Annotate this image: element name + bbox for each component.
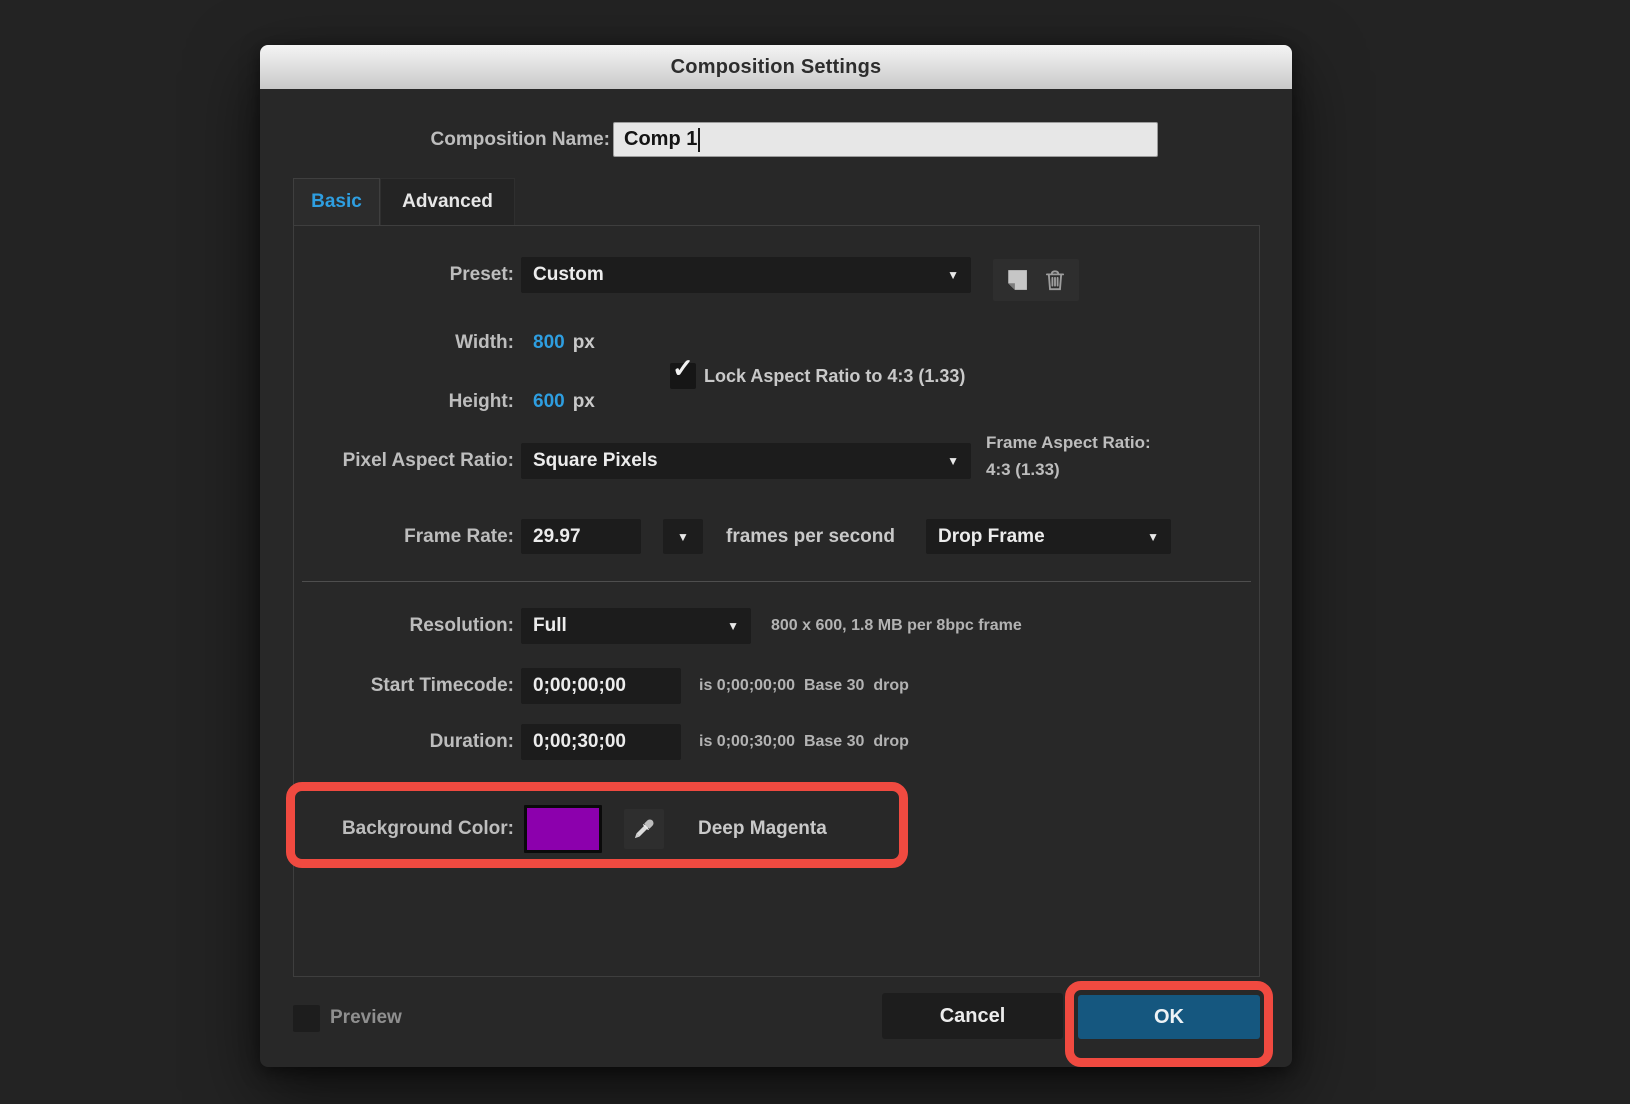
- chevron-down-icon: ▼: [727, 619, 739, 633]
- composition-name-input[interactable]: Comp 1: [613, 122, 1158, 157]
- frame-rate-unit: frames per second: [726, 525, 895, 547]
- preset-label: Preset:: [449, 264, 514, 285]
- tab-advanced[interactable]: Advanced: [380, 178, 515, 225]
- start-timecode-info: is 0;00;00;00 Base 30 drop: [699, 677, 909, 694]
- section-divider: [302, 581, 1251, 582]
- width-row: Width: 800 px: [294, 328, 1259, 358]
- width-unit: px: [572, 332, 595, 353]
- pixel-aspect-ratio-dropdown[interactable]: Square Pixels ▼: [521, 443, 971, 479]
- desktop-background: Composition Settings Composition Name: C…: [0, 0, 1630, 1104]
- resolution-info: 800 x 600, 1.8 MB per 8bpc frame: [771, 617, 1022, 634]
- resolution-label: Resolution:: [409, 615, 515, 636]
- check-icon: ✓: [672, 353, 694, 383]
- save-preset-icon[interactable]: [1002, 265, 1032, 295]
- composition-name-value: Comp 1: [624, 128, 698, 150]
- chevron-down-icon: ▼: [947, 454, 959, 468]
- start-timecode-label: Start Timecode:: [370, 675, 514, 696]
- cancel-button[interactable]: Cancel: [882, 993, 1063, 1039]
- frame-aspect-ratio-label: Frame Aspect Ratio:: [986, 433, 1151, 452]
- dialog-title: Composition Settings: [670, 55, 882, 78]
- start-timecode-input[interactable]: 0;00;00;00: [521, 668, 681, 704]
- width-label: Width:: [455, 332, 514, 353]
- duration-input[interactable]: 0;00;30;00: [521, 724, 681, 760]
- composition-name-label: Composition Name:: [430, 129, 610, 150]
- frame-aspect-ratio-value: 4:3 (1.33): [986, 460, 1060, 479]
- annotation-ok-button: [1065, 981, 1273, 1067]
- chevron-down-icon: ▼: [1147, 529, 1159, 544]
- dialog-titlebar[interactable]: Composition Settings: [260, 45, 1292, 89]
- height-label: Height:: [448, 391, 514, 412]
- width-value[interactable]: 800: [533, 332, 565, 354]
- lock-aspect-row: ✓ Lock Aspect Ratio to 4:3 (1.33): [294, 353, 1259, 389]
- lock-aspect-checkbox[interactable]: ✓: [670, 353, 696, 389]
- frame-rate-input[interactable]: 29.97: [521, 519, 641, 554]
- duration-info: is 0;00;30;00 Base 30 drop: [699, 733, 909, 750]
- pixel-aspect-ratio-label: Pixel Aspect Ratio:: [342, 450, 514, 471]
- resolution-dropdown[interactable]: Full ▼: [521, 608, 751, 644]
- duration-row: Duration: 0;00;30;00 is 0;00;30;00 Base …: [294, 724, 1259, 760]
- preview-label: Preview: [330, 1007, 402, 1028]
- frame-rate-label: Frame Rate:: [404, 525, 514, 547]
- preset-actions: [993, 259, 1079, 301]
- preset-row: Preset: Custom ▼: [294, 257, 1259, 301]
- duration-label: Duration:: [429, 731, 514, 752]
- height-unit: px: [572, 391, 595, 412]
- frame-rate-row: Frame Rate: 29.97 ▼ frames per second Dr…: [294, 519, 1259, 554]
- settings-tabs: Basic Advanced: [293, 178, 515, 225]
- preset-dropdown[interactable]: Custom ▼: [521, 257, 971, 293]
- chevron-down-icon: ▼: [947, 268, 959, 282]
- chevron-down-icon: ▼: [677, 529, 689, 544]
- height-row: Height: 600 px: [294, 387, 1259, 417]
- composition-settings-dialog: Composition Settings Composition Name: C…: [260, 45, 1292, 1067]
- timecode-style-dropdown[interactable]: Drop Frame ▼: [926, 519, 1171, 554]
- delete-preset-icon[interactable]: [1040, 265, 1070, 295]
- start-timecode-row: Start Timecode: 0;00;00;00 is 0;00;00;00…: [294, 668, 1259, 704]
- resolution-row: Resolution: Full ▼ 800 x 600, 1.8 MB per…: [294, 608, 1259, 644]
- frame-rate-dropdown-button[interactable]: ▼: [663, 519, 703, 554]
- annotation-background-color: [286, 782, 908, 868]
- height-value[interactable]: 600: [533, 391, 565, 413]
- preview-checkbox[interactable]: [293, 1005, 320, 1032]
- text-cursor: [698, 127, 701, 152]
- frame-aspect-ratio-info: Frame Aspect Ratio: 4:3 (1.33): [986, 429, 1151, 483]
- tab-basic[interactable]: Basic: [293, 178, 380, 225]
- lock-aspect-label: Lock Aspect Ratio to 4:3 (1.33): [704, 365, 966, 386]
